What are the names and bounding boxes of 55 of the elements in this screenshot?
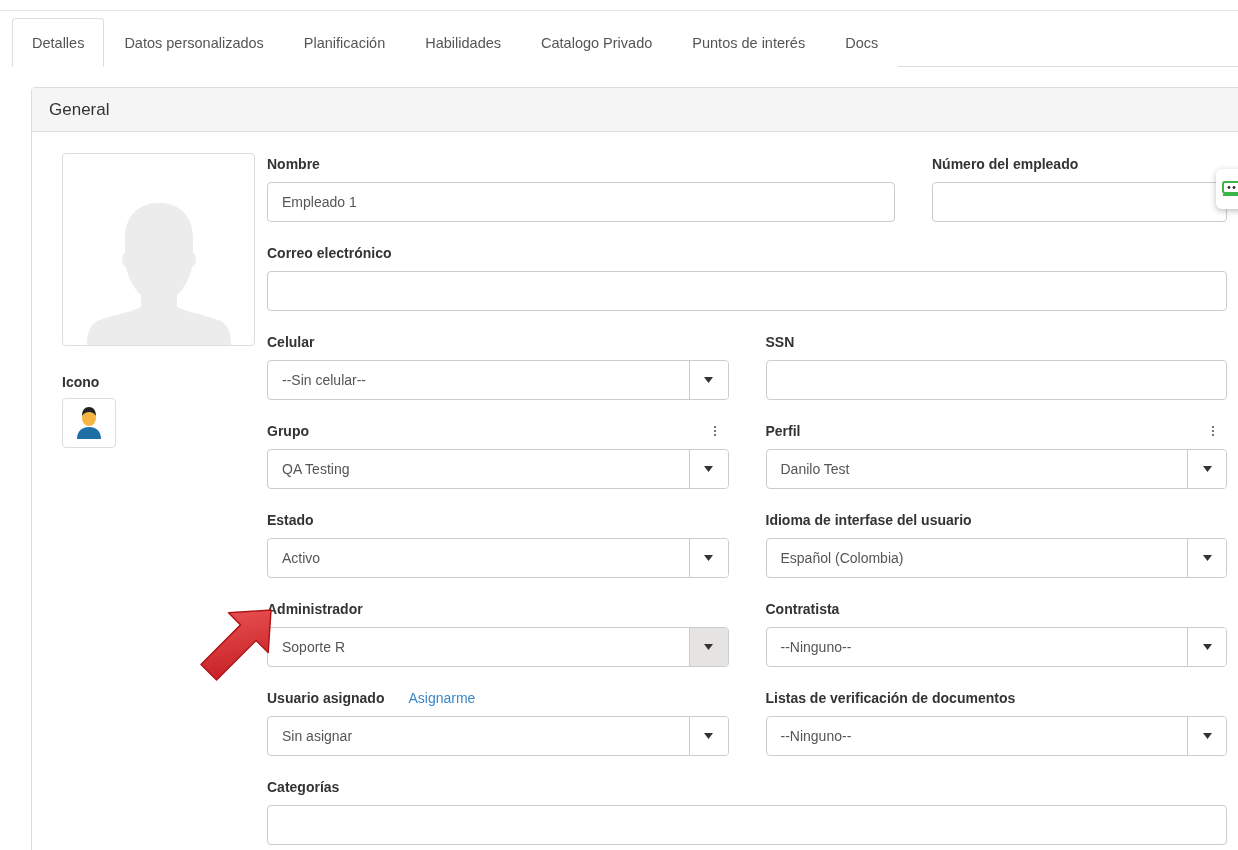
caret-icon bbox=[704, 377, 713, 383]
caret-icon bbox=[704, 555, 713, 561]
caret-icon bbox=[1202, 466, 1212, 472]
text-field[interactable] bbox=[932, 182, 1227, 222]
chat-icon bbox=[1222, 181, 1238, 197]
select-field[interactable]: --Ninguno-- bbox=[765, 627, 1227, 667]
field-label: Perfil bbox=[765, 423, 801, 439]
select-field[interactable]: QA Testing bbox=[267, 449, 729, 489]
text-field[interactable] bbox=[765, 360, 1227, 400]
select-field[interactable]: Activo bbox=[267, 538, 729, 578]
select-field[interactable]: Sin asignar bbox=[267, 716, 729, 756]
caret-icon bbox=[704, 644, 713, 650]
more-options-icon[interactable] bbox=[1211, 425, 1215, 437]
user-icon bbox=[76, 407, 102, 439]
text-field[interactable]: Empleado 1 bbox=[267, 182, 895, 222]
field-label: Administrador bbox=[267, 601, 363, 617]
panel-title: General bbox=[32, 88, 1238, 132]
field-label: Número del empleado bbox=[932, 156, 1079, 172]
icon-label: Icono bbox=[62, 374, 101, 390]
field-label: Estado bbox=[267, 512, 314, 528]
field-label: Correo electrónico bbox=[267, 245, 392, 261]
field-label: Listas de verificación de documentos bbox=[765, 690, 1016, 706]
field-label: Nombre bbox=[267, 156, 320, 172]
select-field[interactable]: Danilo Test bbox=[765, 449, 1227, 489]
caret-icon bbox=[1202, 644, 1212, 650]
caret-icon bbox=[1202, 733, 1212, 739]
select-field[interactable]: --Sin celular-- bbox=[267, 360, 729, 400]
dropdown-button[interactable] bbox=[688, 450, 728, 488]
field-label: SSN bbox=[765, 334, 795, 350]
dropdown-button[interactable] bbox=[688, 628, 728, 666]
dropdown-button[interactable] bbox=[688, 539, 728, 577]
text-field[interactable] bbox=[267, 805, 1227, 845]
field-label: Contratista bbox=[765, 601, 840, 617]
field-label: Usuario asignado bbox=[267, 690, 385, 706]
field-label: Categorías bbox=[267, 779, 340, 795]
dropdown-button[interactable] bbox=[1187, 539, 1226, 577]
dropdown-button[interactable] bbox=[688, 717, 728, 755]
tab[interactable]: Detalles bbox=[12, 18, 105, 67]
caret-icon bbox=[704, 733, 713, 739]
field-label: Celular bbox=[267, 334, 315, 350]
text-field[interactable] bbox=[267, 271, 1227, 311]
dropdown-button[interactable] bbox=[1187, 717, 1226, 755]
icon-picker-button[interactable] bbox=[62, 398, 116, 448]
dropdown-button[interactable] bbox=[1187, 450, 1226, 488]
select-field[interactable]: Español (Colombia) bbox=[765, 538, 1227, 578]
caret-icon bbox=[704, 466, 713, 472]
field-label: Grupo bbox=[267, 423, 309, 439]
select-field[interactable]: Soporte R bbox=[267, 627, 729, 667]
field-label: Idioma de interfase del usuario bbox=[765, 512, 972, 528]
assign-link[interactable]: Asignarme bbox=[408, 690, 476, 706]
dropdown-button[interactable] bbox=[1187, 628, 1226, 666]
dropdown-button[interactable] bbox=[688, 361, 728, 399]
caret-icon bbox=[1202, 555, 1212, 561]
select-field[interactable]: --Ninguno-- bbox=[765, 716, 1227, 756]
more-options-icon[interactable] bbox=[712, 425, 717, 437]
